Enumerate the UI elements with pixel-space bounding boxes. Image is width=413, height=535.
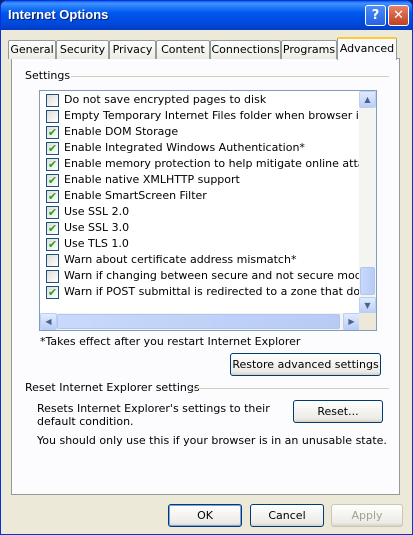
checked-checkbox[interactable]: ✔	[46, 238, 59, 251]
settings-list-item[interactable]: ✔ Enable native XMLHTTP support	[46, 172, 240, 188]
checked-checkbox[interactable]: ✔	[46, 190, 59, 203]
settings-item-label: Use SSL 2.0	[64, 205, 130, 218]
cancel-button[interactable]: Cancel	[250, 504, 324, 527]
settings-item-label: Warn if POST submittal is redirected to …	[64, 285, 360, 298]
unchecked-checkbox[interactable]	[46, 110, 59, 123]
title-bar[interactable]: Internet Options ? ✕	[1, 1, 412, 30]
horizontal-scroll-thumb[interactable]	[57, 314, 340, 329]
settings-item-label: Enable native XMLHTTP support	[64, 173, 240, 186]
settings-list-item[interactable]: ✔ Use SSL 2.0	[46, 204, 130, 220]
checked-checkbox[interactable]: ✔	[46, 158, 59, 171]
tab-security[interactable]: Security	[56, 40, 109, 59]
tab-advanced[interactable]: Advanced	[337, 37, 397, 60]
settings-list-item[interactable]: Warn if changing between secure and not …	[46, 268, 360, 284]
checked-checkbox[interactable]: ✔	[46, 126, 59, 139]
tab-privacy[interactable]: Privacy	[109, 40, 156, 59]
scroll-right-icon[interactable]: ▶	[343, 313, 360, 330]
settings-list-item[interactable]: ✔ Enable memory protection to help mitiga…	[46, 156, 360, 172]
ok-button[interactable]: OK	[168, 504, 242, 527]
vertical-scroll-thumb[interactable]	[360, 267, 375, 295]
settings-list-item[interactable]: ✔ Use TLS 1.0	[46, 236, 129, 252]
settings-item-label: Do not save encrypted pages to disk	[64, 93, 267, 106]
restart-note: *Takes effect after you restart Internet…	[40, 335, 301, 348]
settings-list-item[interactable]: ✔ Warn if POST submittal is redirected to…	[46, 284, 360, 300]
settings-list[interactable]: Do not save encrypted pages to disk Empty…	[39, 90, 377, 331]
settings-group-divider	[71, 76, 389, 77]
reset-warning: You should only use this if your browser…	[37, 434, 387, 447]
settings-item-label: Enable memory protection to help mitigat…	[64, 157, 360, 170]
settings-list-items: Do not save encrypted pages to disk Empty…	[40, 91, 360, 314]
settings-list-item[interactable]: ✔ Enable SmartScreen Filter	[46, 188, 207, 204]
help-button[interactable]: ?	[365, 5, 386, 26]
scroll-left-icon[interactable]: ◀	[40, 313, 57, 330]
checked-checkbox[interactable]: ✔	[46, 142, 59, 155]
settings-item-label: Empty Temporary Internet Files folder wh…	[64, 109, 360, 122]
checked-checkbox[interactable]: ✔	[46, 206, 59, 219]
reset-button[interactable]: Reset...	[293, 400, 383, 423]
settings-list-item[interactable]: Empty Temporary Internet Files folder wh…	[46, 108, 360, 124]
unchecked-checkbox[interactable]	[46, 270, 59, 283]
reset-description: Resets Internet Explorer's settings to t…	[37, 402, 270, 428]
reset-group-divider	[188, 388, 389, 389]
vertical-scrollbar[interactable]: ▲ ▼	[359, 91, 376, 314]
restore-advanced-settings-button[interactable]: Restore advanced settings	[230, 353, 381, 376]
unchecked-checkbox[interactable]	[46, 254, 59, 267]
settings-item-label: Warn about certificate address mismatch*	[64, 253, 297, 266]
settings-group-label: Settings	[25, 69, 71, 82]
checked-checkbox[interactable]: ✔	[46, 174, 59, 187]
settings-item-label: Enable DOM Storage	[64, 125, 179, 138]
scrollbar-corner	[359, 313, 376, 330]
tab-programs[interactable]: Programs	[281, 40, 337, 59]
settings-item-label: Enable SmartScreen Filter	[64, 189, 207, 202]
settings-item-label: Use TLS 1.0	[64, 237, 129, 250]
settings-item-label: Enable Integrated Windows Authentication…	[64, 141, 305, 154]
checked-checkbox[interactable]: ✔	[46, 222, 59, 235]
tab-content[interactable]: Content	[156, 40, 210, 59]
tab-general[interactable]: General	[8, 40, 56, 59]
settings-item-label: Use SSL 3.0	[64, 221, 130, 234]
tab-connections[interactable]: Connections	[210, 40, 281, 59]
reset-group-label: Reset Internet Explorer settings	[25, 381, 200, 394]
settings-list-item[interactable]: Do not save encrypted pages to disk	[46, 92, 267, 108]
horizontal-scrollbar[interactable]: ◀ ▶	[40, 313, 360, 330]
settings-list-item[interactable]: ✔ Enable DOM Storage	[46, 124, 179, 140]
close-button[interactable]: ✕	[388, 5, 409, 26]
window-title: Internet Options	[8, 7, 109, 22]
scroll-up-icon[interactable]: ▲	[359, 91, 376, 108]
apply-button[interactable]: Apply	[331, 504, 403, 527]
scroll-down-icon[interactable]: ▼	[359, 297, 376, 314]
internet-options-window: Internet Options ? ✕ General Security Pr…	[0, 0, 413, 535]
unchecked-checkbox[interactable]	[46, 94, 59, 107]
settings-list-item[interactable]: ✔ Enable Integrated Windows Authenticatio…	[46, 140, 305, 156]
settings-item-label: Warn if changing between secure and not …	[64, 269, 360, 282]
settings-list-item[interactable]: ✔ Use SSL 3.0	[46, 220, 130, 236]
checked-checkbox[interactable]: ✔	[46, 286, 59, 299]
settings-list-item[interactable]: Warn about certificate address mismatch*	[46, 252, 297, 268]
